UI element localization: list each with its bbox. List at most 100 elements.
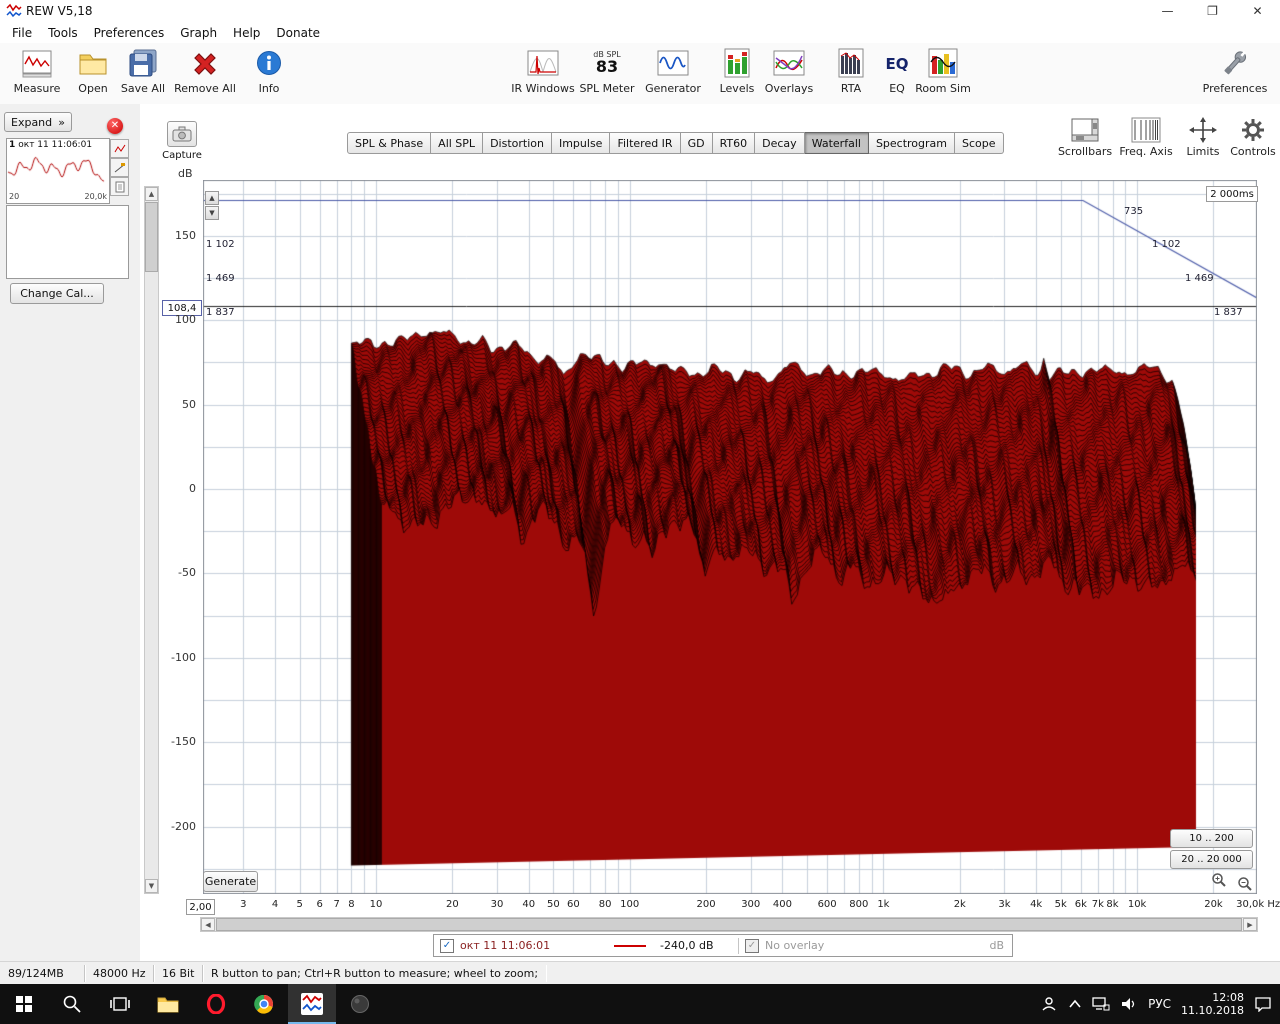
remove-measurement-icon[interactable]: ✕ (107, 118, 123, 134)
toolbar-label: EQ (889, 82, 905, 95)
graph-tab-bar: SPL & PhaseAll SPLDistortionImpulseFilte… (347, 132, 1004, 154)
tab-scope[interactable]: Scope (955, 132, 1004, 154)
generate-button[interactable]: Generate (203, 871, 258, 892)
panel-vertical-scrollbar[interactable]: ▲ ▼ (144, 186, 159, 894)
restore-button[interactable]: ❐ (1190, 0, 1235, 22)
scroll-left-icon[interactable]: ◀ (201, 918, 215, 931)
toolbar-label: Generator (645, 82, 701, 95)
toolbar-label: RTA (841, 82, 861, 95)
limits-button[interactable]: Limits (1176, 117, 1230, 165)
volume-icon[interactable] (1120, 996, 1138, 1012)
range-20-20000-button[interactable]: 20 .. 20 000 (1170, 850, 1253, 869)
measurement-checkbox[interactable]: ✓ (440, 939, 454, 953)
menu-file[interactable]: File (4, 24, 40, 42)
search-icon[interactable] (48, 984, 96, 1024)
graph-horizontal-scrollbar[interactable]: ◀ ▶ (200, 917, 1258, 932)
x-axis-min-box[interactable]: 2,00 (186, 899, 215, 915)
network-icon[interactable] (1092, 996, 1110, 1012)
tab-rt60[interactable]: RT60 (713, 132, 756, 154)
tab-filtered-ir[interactable]: Filtered IR (610, 132, 680, 154)
tab-impulse[interactable]: Impulse (552, 132, 610, 154)
measurement-notes-tool-icon[interactable] (110, 177, 129, 196)
room-sim-button[interactable]: Room Sim (914, 45, 972, 102)
overlays-button[interactable]: Overlays (760, 45, 818, 102)
tool-label: Limits (1187, 145, 1220, 158)
file-explorer-icon[interactable] (144, 984, 192, 1024)
measurement-notes-box[interactable] (6, 205, 129, 279)
menu-tools[interactable]: Tools (40, 24, 86, 42)
tab-decay[interactable]: Decay (755, 132, 805, 154)
capture-button[interactable] (167, 121, 197, 147)
rew-taskbar-button[interactable] (288, 984, 336, 1024)
expand-panel-button[interactable]: Expand » (4, 112, 72, 132)
chrome-icon[interactable] (240, 984, 288, 1024)
freq-axis-button[interactable]: Freq. Axis (1119, 117, 1173, 165)
remove-all-button[interactable]: Remove All (176, 45, 234, 102)
measure-button[interactable]: Measure (8, 45, 66, 102)
tab-all-spl[interactable]: All SPL (431, 132, 483, 154)
save-all-button[interactable]: Save All (114, 45, 172, 102)
tab-spl-phase[interactable]: SPL & Phase (347, 132, 431, 154)
scrollbars-icon (1070, 117, 1100, 143)
freq-tick-label: 20k (1204, 899, 1223, 910)
tab-waterfall[interactable]: Waterfall (805, 132, 869, 154)
horizontal-scroll-thumb[interactable] (216, 918, 1242, 931)
start-button[interactable] (0, 984, 48, 1024)
scrollbars-button[interactable]: Scrollbars (1058, 117, 1112, 165)
limits-icon (1188, 117, 1218, 143)
tab-gd[interactable]: GD (681, 132, 713, 154)
preferences-button[interactable]: Preferences (1206, 45, 1264, 102)
legend-measurement-name: окт 11 11:06:01 (460, 939, 600, 952)
freq-tick-label: 3 (240, 899, 246, 910)
no-overlay-checkbox[interactable]: ✓ (745, 939, 759, 953)
change-cal-button[interactable]: Change Cal... (10, 283, 104, 304)
db-tick-label: 150 (150, 229, 196, 242)
freq-tick-label: 4k (1030, 899, 1042, 910)
generator-button[interactable]: Generator (644, 45, 702, 102)
menu-help[interactable]: Help (225, 24, 268, 42)
clock-date: 11.10.2018 (1181, 1004, 1244, 1017)
db-tick-label: -100 (150, 651, 196, 664)
spl-meter-button[interactable]: dB SPL83SPL Meter (578, 45, 636, 102)
controls-button[interactable]: Controls (1226, 117, 1280, 165)
people-icon[interactable] (1040, 995, 1058, 1013)
levels-button[interactable]: Levels (708, 45, 766, 102)
freq-tick-label: 1k (877, 899, 889, 910)
hidden-icons-chevron-icon[interactable] (1068, 999, 1082, 1009)
scroll-up-icon[interactable]: ▲ (145, 187, 158, 201)
freq-tick-label: 5k (1055, 899, 1067, 910)
measurement-trend-tool-icon[interactable] (110, 158, 129, 177)
info-button[interactable]: Info (240, 45, 298, 102)
task-view-icon[interactable] (96, 984, 144, 1024)
tab-spectrogram[interactable]: Spectrogram (869, 132, 955, 154)
bit-depth: 16 Bit (154, 965, 203, 982)
measurement-thumbnail[interactable]: 1 окт 11 11:06:01 20 20,0k (6, 138, 110, 204)
zoom-out-icon[interactable] (1237, 876, 1253, 892)
opera-icon[interactable] (192, 984, 240, 1024)
ir-windows-button[interactable]: IR Windows (514, 45, 572, 102)
time-range-box[interactable]: 2 000ms (1206, 186, 1258, 202)
tab-distortion[interactable]: Distortion (483, 132, 552, 154)
zoom-in-icon[interactable] (1211, 872, 1227, 888)
time-tick-label: 1 837 (206, 307, 235, 318)
menu-preferences[interactable]: Preferences (86, 24, 173, 42)
range-10-200-button[interactable]: 10 .. 200 (1170, 829, 1253, 848)
close-button[interactable]: ✕ (1235, 0, 1280, 22)
scroll-right-icon[interactable]: ▶ (1243, 918, 1257, 931)
graph-top-spinner-up-icon[interactable]: ▲ (205, 191, 219, 205)
language-indicator[interactable]: РУС (1148, 997, 1171, 1011)
measurements-panel: Expand » ✕ 1 окт 11 11:06:01 20 20,0k Ch… (0, 104, 140, 961)
minimize-button[interactable]: — (1145, 0, 1190, 22)
clock[interactable]: 12:08 11.10.2018 (1181, 991, 1244, 1017)
scroll-down-icon[interactable]: ▼ (145, 879, 158, 893)
dark-app-icon[interactable] (336, 984, 384, 1024)
graph-top-spinner-down-icon[interactable]: ▼ (205, 206, 219, 220)
time-tick-label: 735 (1124, 206, 1143, 217)
measurement-graph-tool-icon[interactable] (110, 139, 129, 158)
measurement-name: окт 11 11:06:01 (18, 140, 92, 150)
action-center-icon[interactable] (1254, 996, 1272, 1012)
menu-donate[interactable]: Donate (268, 24, 328, 42)
toolbar-label: Save All (121, 82, 165, 95)
menu-graph[interactable]: Graph (172, 24, 225, 42)
waterfall-chart-canvas[interactable] (203, 180, 1257, 894)
